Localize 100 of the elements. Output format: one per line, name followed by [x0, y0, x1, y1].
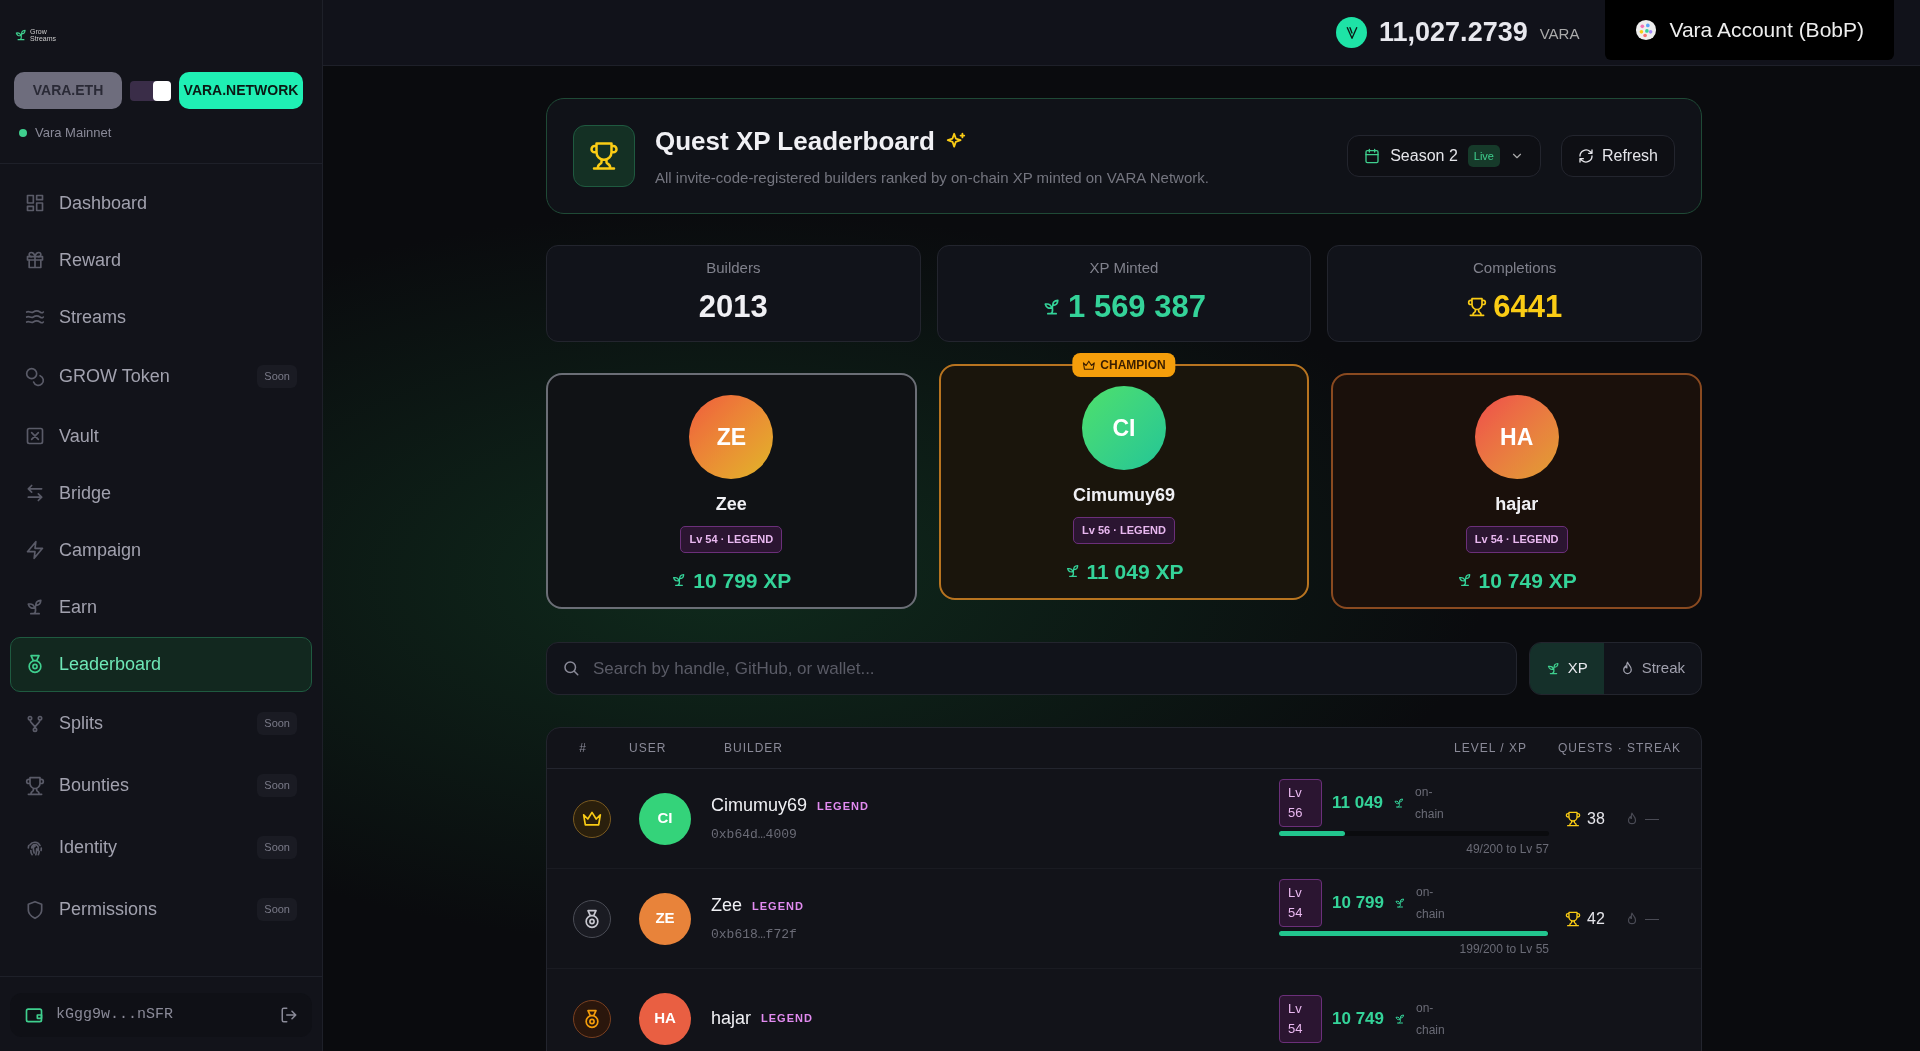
refresh-icon — [1577, 148, 1594, 164]
network-toggle[interactable] — [130, 80, 171, 101]
xp-value: 10 799 — [1332, 892, 1384, 915]
nav-label: Earn — [59, 595, 99, 619]
nav-item[interactable]: Bridge — [10, 465, 312, 521]
tier-label: LEGEND — [761, 1011, 813, 1027]
medal-glyph-icon — [582, 1008, 602, 1029]
nav-item[interactable]: Campaign — [10, 522, 312, 578]
trophy-icon — [1565, 910, 1581, 927]
flame-icon — [1625, 811, 1639, 826]
builder-name: Zee — [711, 894, 743, 918]
podium-name: Zee — [715, 493, 747, 516]
column-header: LEVEL / XP — [1453, 740, 1528, 757]
coins-icon — [25, 366, 45, 387]
avatar: CI — [639, 792, 691, 845]
streak-value: — — [1645, 809, 1659, 828]
stat-value: 2013 — [698, 287, 768, 326]
vault-icon — [25, 426, 45, 446]
sprout-icon — [1545, 661, 1561, 676]
column-header: # — [578, 740, 588, 757]
nav-item[interactable]: Leaderboard — [10, 636, 312, 692]
stat-value: 6441 — [1493, 287, 1563, 326]
champion-badge: CHAMPION — [1072, 353, 1176, 377]
season-dropdown[interactable]: Season 2 Live — [1347, 135, 1541, 177]
soon-badge: Soon — [257, 898, 297, 921]
medal-glyph-icon — [582, 908, 602, 929]
wallet-address: 0xb618…f72f — [711, 926, 798, 945]
builder-name: Cimumuy69 — [711, 794, 808, 818]
search-icon — [562, 659, 580, 677]
nav-label: Reward — [59, 248, 123, 272]
level-badge: Lv 56 · LEGEND — [1073, 517, 1175, 544]
nav-label: Dashboard — [59, 191, 149, 215]
stat-label: Completions — [1472, 258, 1557, 278]
account-button[interactable]: Vara Account (BobP) — [1605, 0, 1894, 60]
refresh-button[interactable]: Refresh — [1560, 135, 1675, 177]
logout-button[interactable] — [280, 1006, 298, 1024]
level-number: 56 — [1288, 804, 1304, 822]
trophy-icon — [1467, 296, 1488, 317]
level-prefix: Lv — [1288, 784, 1303, 802]
avatar: HA — [1474, 395, 1559, 479]
nav-item[interactable]: Identity Soon — [10, 817, 312, 878]
balance-currency: VARA — [1539, 24, 1580, 45]
sprout-icon — [1394, 1012, 1406, 1025]
sprout-icon — [1393, 797, 1406, 809]
tier-label: LEGEND — [817, 798, 869, 814]
xp-note: on-chain — [1415, 784, 1445, 823]
nav-label: Bounties — [59, 774, 131, 797]
podium-xp: 10 749 XP — [1478, 567, 1577, 594]
identicon-icon — [1635, 19, 1658, 41]
balance-amount: 11,027.2739 — [1379, 16, 1528, 50]
progress-label: 199/200 to Lv 55 — [1459, 941, 1549, 958]
tier-label: LEGEND — [752, 898, 804, 914]
logout-icon — [280, 1006, 298, 1024]
swap-icon — [25, 483, 45, 503]
level-badge: Lv 54 · LEGEND — [1465, 526, 1568, 553]
search-field[interactable]: Search by handle, GitHub, or wallet... — [546, 642, 1517, 695]
podium-xp: 11 049 XP — [1086, 558, 1184, 585]
level-prefix: Lv — [1288, 999, 1303, 1018]
nav-item[interactable]: GROW Token Soon — [10, 346, 312, 407]
soon-badge: Soon — [257, 774, 297, 797]
calendar-icon — [1364, 148, 1381, 164]
network-button[interactable]: VARA.NETWORK — [179, 72, 303, 109]
column-header: BUILDER — [723, 740, 784, 757]
podium-name: Cimumuy69 — [1072, 484, 1175, 507]
nav-item[interactable]: Dashboard — [10, 175, 312, 231]
xp-value: 10 749 — [1332, 1007, 1384, 1030]
avatar: HA — [639, 992, 691, 1045]
sort-tab[interactable]: Streak — [1603, 643, 1701, 694]
nav-item[interactable]: Splits Soon — [10, 693, 312, 754]
nav-item[interactable]: Vault — [10, 408, 312, 464]
grid-icon — [25, 193, 45, 213]
waves-icon — [25, 307, 45, 327]
progress-label: 49/200 to Lv 57 — [1466, 841, 1549, 858]
wallet-address: kGgg9w...nSFR — [56, 1004, 175, 1025]
streak-value: — — [1645, 909, 1659, 928]
page-subtitle: All invite-code-registered builders ranked by on-chain XP minted on VARA Network. — [655, 168, 1210, 189]
sprout-icon — [25, 597, 45, 617]
nav-item[interactable]: Bounties Soon — [10, 755, 312, 816]
network-label: Vara Mainnet — [35, 124, 112, 142]
nav-item[interactable]: Reward — [10, 232, 312, 288]
builder-name: hajar — [711, 1007, 752, 1030]
sort-tab[interactable]: XP — [1529, 643, 1604, 694]
trophy-glyph-icon — [589, 141, 619, 171]
soon-badge: Soon — [257, 836, 297, 859]
crown-icon — [1082, 358, 1096, 372]
sprout-icon — [1456, 572, 1473, 589]
avatar: ZE — [689, 395, 774, 479]
nav-item[interactable]: Streams — [10, 289, 312, 345]
nav-item[interactable]: Earn — [10, 579, 312, 635]
xp-note: on-chain — [1416, 884, 1446, 923]
nav-label: Vault — [59, 424, 100, 448]
bolt-icon — [25, 540, 45, 560]
wallet-icon — [24, 1005, 44, 1025]
gift-icon — [25, 250, 45, 270]
medal-icon — [25, 654, 45, 674]
xp-value: 11 049 — [1332, 792, 1384, 815]
wallet-address: 0xb64d…4009 — [711, 826, 798, 845]
nav-item[interactable]: Permissions Soon — [10, 879, 312, 940]
level-number: 54 — [1288, 1019, 1304, 1038]
xp-note: on-chain — [1416, 999, 1446, 1039]
